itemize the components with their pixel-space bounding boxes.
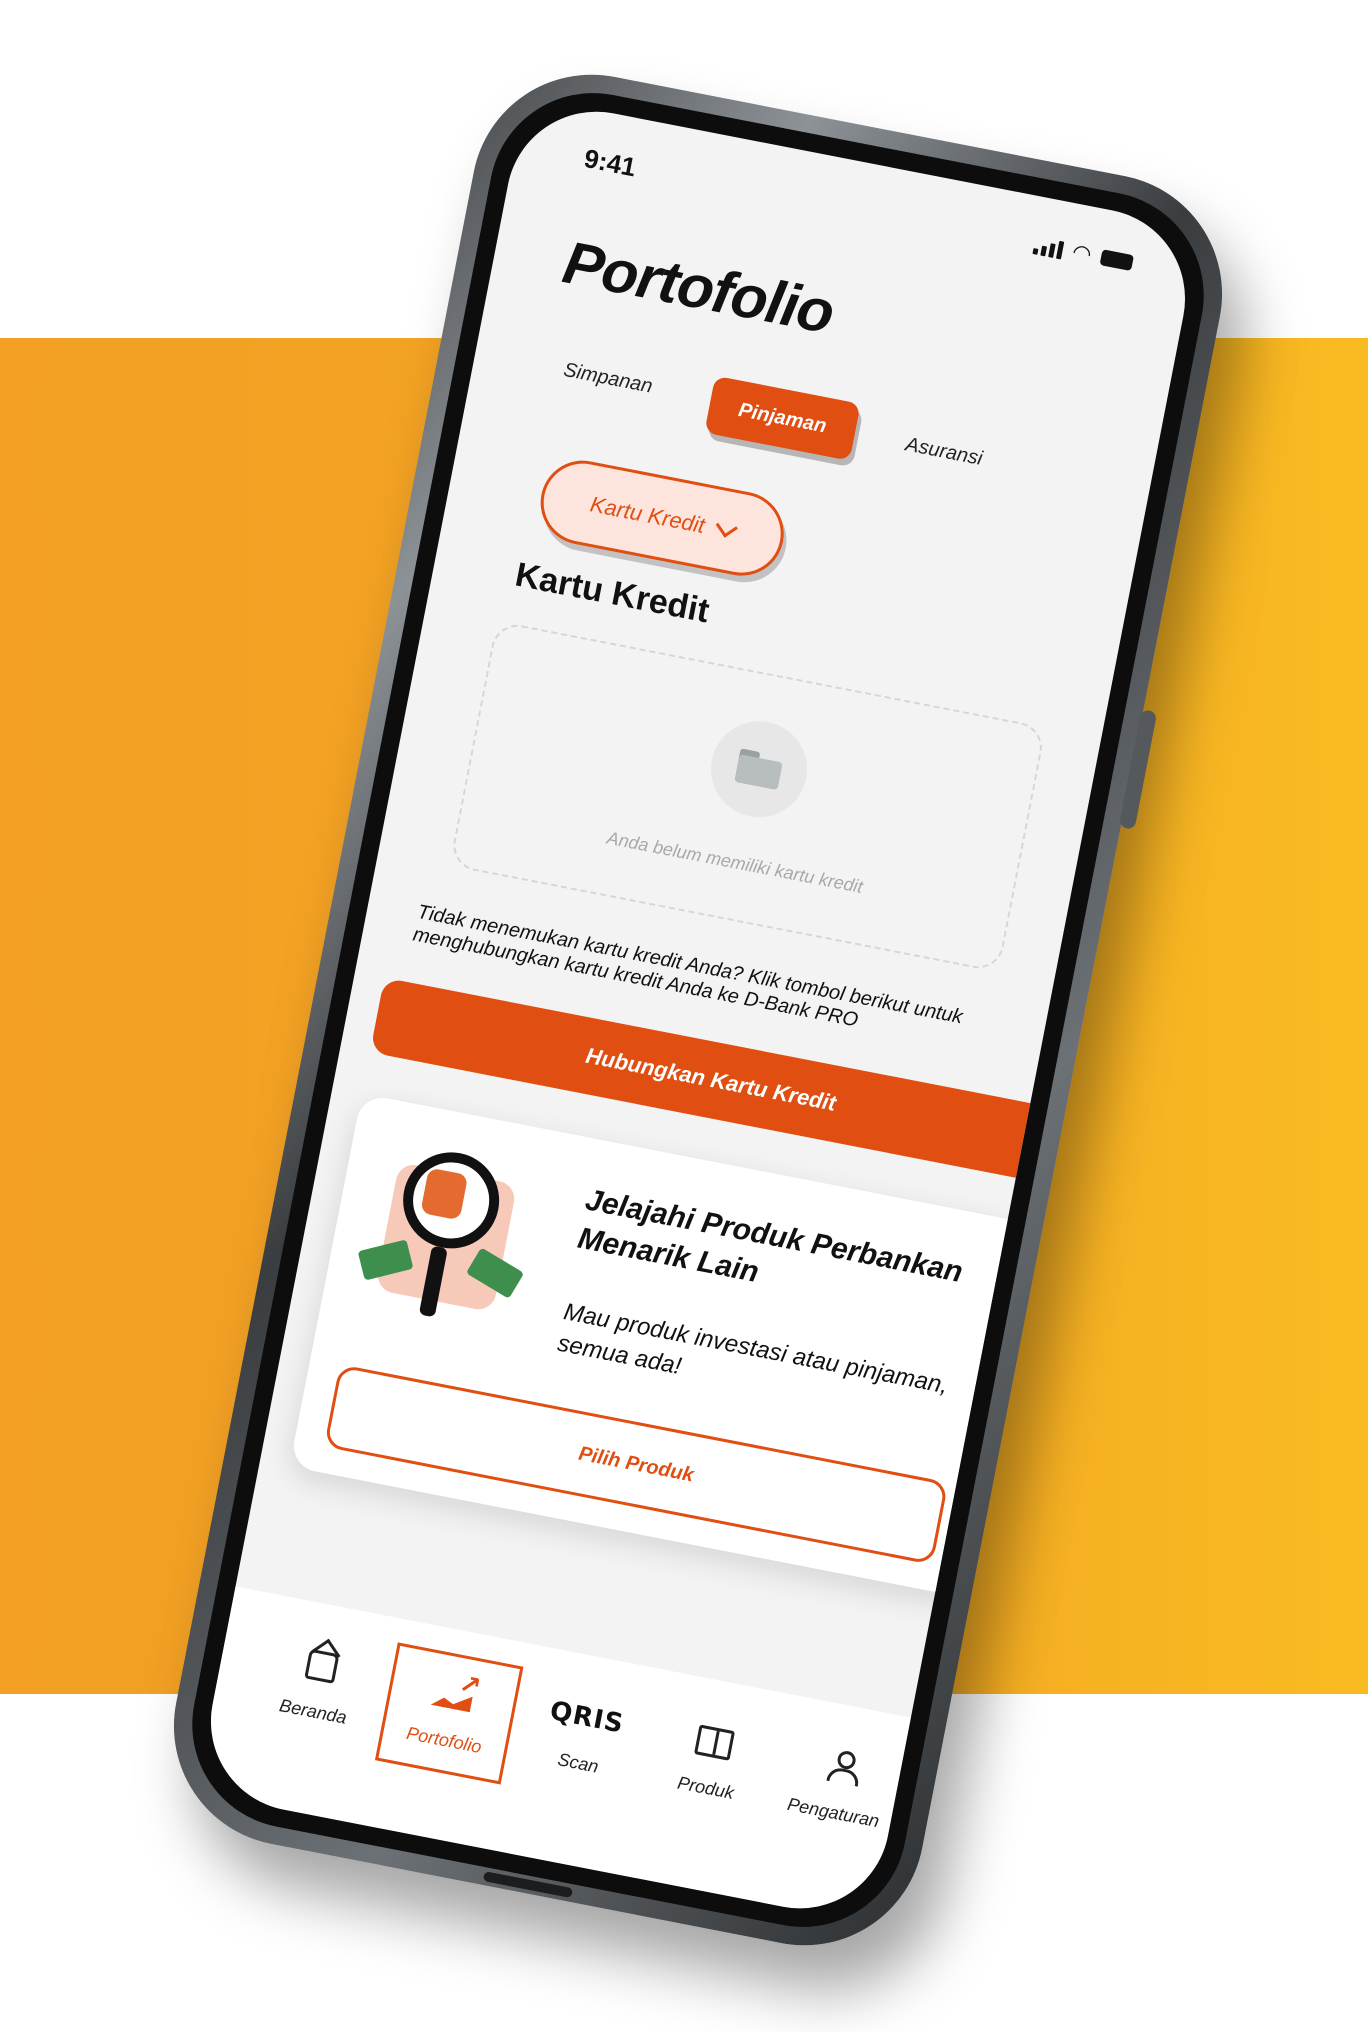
nav-label: Scan	[556, 1749, 601, 1777]
folder-icon	[734, 748, 784, 790]
user-settings-icon	[824, 1748, 860, 1787]
home-icon	[304, 1648, 340, 1684]
nav-item-portofolio[interactable]: Portofolio	[374, 1642, 524, 1785]
promo-card: Jelajahi Produk Perbankan Menarik Lain M…	[289, 1093, 1030, 1597]
signal-icon	[1032, 234, 1065, 260]
nav-label: Produk	[675, 1772, 736, 1804]
nav-label: Portofolio	[404, 1722, 484, 1758]
page-title: Portofolio	[558, 228, 840, 347]
phone-mockup: 9:41 ◠ Portofolio Simpanan Pinjaman Asur…	[153, 40, 1243, 1980]
empty-state-box: Anda belum memiliki kartu kredit	[448, 620, 1047, 973]
nav-item-beranda[interactable]: Beranda	[252, 1633, 385, 1733]
wifi-icon: ◠	[1070, 238, 1094, 267]
tab-simpanan[interactable]: Simpanan	[561, 359, 655, 399]
nav-item-scan[interactable]: QRIS Scan	[517, 1685, 650, 1785]
empty-state-text: Anda belum memiliki kartu kredit	[605, 827, 865, 897]
product-type-dropdown[interactable]: Kartu Kredit	[533, 453, 791, 583]
qris-icon: QRIS	[547, 1695, 627, 1740]
chevron-down-icon	[715, 515, 738, 538]
nav-item-produk[interactable]: Produk	[645, 1710, 778, 1810]
phone-device: 9:41 ◠ Portofolio Simpanan Pinjaman Asur…	[153, 54, 1243, 1966]
portfolio-chart-icon	[431, 1677, 476, 1712]
book-icon	[693, 1724, 736, 1761]
folder-icon-circle	[702, 712, 816, 826]
tab-asuransi[interactable]: Asuransi	[903, 433, 985, 470]
dropdown-label: Kartu Kredit	[588, 491, 707, 539]
magnifier-money-illustration	[351, 1138, 540, 1335]
status-time: 9:41	[581, 142, 639, 183]
section-title: Kartu Kredit	[512, 555, 713, 631]
nav-label: Pengaturan	[785, 1793, 881, 1832]
nav-label: Beranda	[277, 1695, 349, 1728]
tab-pinjaman[interactable]: Pinjaman	[704, 375, 861, 461]
nav-item-pengaturan[interactable]: Pengaturan	[772, 1734, 905, 1834]
status-icons: ◠	[1032, 234, 1135, 273]
battery-icon	[1099, 249, 1135, 272]
